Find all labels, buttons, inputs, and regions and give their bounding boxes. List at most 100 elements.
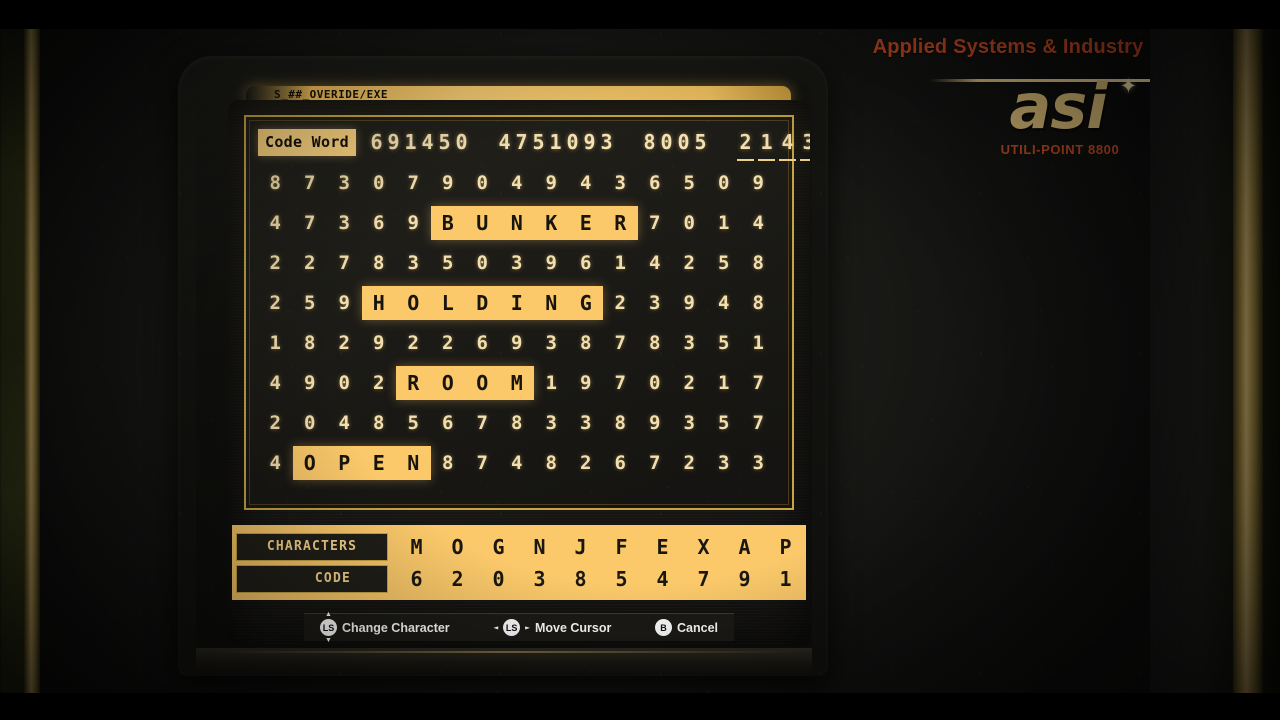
grid-digit-cell[interactable]: 8 bbox=[741, 246, 776, 280]
grid-digit-cell[interactable]: 9 bbox=[396, 206, 431, 240]
grid-letter-cell[interactable]: P bbox=[327, 446, 362, 480]
grid-digit-cell[interactable]: 6 bbox=[638, 166, 673, 200]
grid-digit-cell[interactable]: 0 bbox=[327, 366, 362, 400]
grid-digit-cell[interactable]: 1 bbox=[258, 326, 293, 360]
grid-digit-cell[interactable]: 9 bbox=[672, 286, 707, 320]
grid-digit-cell[interactable]: 7 bbox=[638, 206, 673, 240]
grid-digit-cell[interactable]: 7 bbox=[603, 366, 638, 400]
grid-digit-cell[interactable]: 2 bbox=[258, 406, 293, 440]
grid-digit-cell[interactable]: 2 bbox=[672, 366, 707, 400]
grid-digit-cell[interactable]: 9 bbox=[362, 326, 397, 360]
grid-digit-cell[interactable]: 2 bbox=[327, 326, 362, 360]
code-word-slot[interactable]: 4 bbox=[777, 130, 798, 161]
grid-digit-cell[interactable]: 9 bbox=[327, 286, 362, 320]
grid-digit-cell[interactable]: 0 bbox=[707, 166, 742, 200]
grid-digit-cell[interactable]: 3 bbox=[741, 446, 776, 480]
grid-digit-cell[interactable]: 0 bbox=[672, 206, 707, 240]
grid-digit-cell[interactable]: 0 bbox=[293, 406, 328, 440]
grid-letter-cell[interactable]: N bbox=[396, 446, 431, 480]
grid-digit-cell[interactable]: 7 bbox=[741, 366, 776, 400]
grid-digit-cell[interactable]: 4 bbox=[500, 446, 535, 480]
grid-letter-cell[interactable]: R bbox=[603, 206, 638, 240]
grid-digit-cell[interactable]: 3 bbox=[327, 166, 362, 200]
grid-digit-cell[interactable]: 8 bbox=[603, 406, 638, 440]
grid-letter-cell[interactable]: U bbox=[465, 206, 500, 240]
grid-digit-cell[interactable]: 7 bbox=[396, 166, 431, 200]
grid-letter-cell[interactable]: O bbox=[293, 446, 328, 480]
code-word-slot[interactable]: 3 bbox=[798, 130, 810, 161]
grid-letter-cell[interactable]: L bbox=[431, 286, 466, 320]
grid-letter-cell[interactable]: K bbox=[534, 206, 569, 240]
grid-digit-cell[interactable]: 8 bbox=[741, 286, 776, 320]
grid-digit-cell[interactable]: 8 bbox=[500, 406, 535, 440]
grid-digit-cell[interactable]: 1 bbox=[534, 366, 569, 400]
grid-digit-cell[interactable]: 6 bbox=[431, 406, 466, 440]
grid-digit-cell[interactable]: 8 bbox=[293, 326, 328, 360]
grid-letter-cell[interactable]: D bbox=[465, 286, 500, 320]
grid-digit-cell[interactable]: 2 bbox=[258, 286, 293, 320]
grid-digit-cell[interactable]: 3 bbox=[534, 326, 569, 360]
grid-digit-cell[interactable]: 6 bbox=[569, 246, 604, 280]
grid-digit-cell[interactable]: 3 bbox=[672, 326, 707, 360]
grid-digit-cell[interactable]: 3 bbox=[569, 406, 604, 440]
grid-digit-cell[interactable]: 4 bbox=[638, 246, 673, 280]
grid-digit-cell[interactable]: 8 bbox=[638, 326, 673, 360]
grid-digit-cell[interactable]: 3 bbox=[500, 246, 535, 280]
grid-letter-cell[interactable]: E bbox=[569, 206, 604, 240]
grid-digit-cell[interactable]: 5 bbox=[707, 246, 742, 280]
grid-letter-cell[interactable]: G bbox=[569, 286, 604, 320]
grid-digit-cell[interactable]: 5 bbox=[431, 246, 466, 280]
grid-digit-cell[interactable]: 2 bbox=[603, 286, 638, 320]
grid-digit-cell[interactable]: 9 bbox=[741, 166, 776, 200]
grid-digit-cell[interactable]: 1 bbox=[707, 366, 742, 400]
grid-letter-cell[interactable]: I bbox=[500, 286, 535, 320]
grid-digit-cell[interactable]: 6 bbox=[362, 206, 397, 240]
grid-digit-cell[interactable]: 4 bbox=[327, 406, 362, 440]
grid-digit-cell[interactable]: 6 bbox=[465, 326, 500, 360]
grid-digit-cell[interactable]: 5 bbox=[707, 326, 742, 360]
code-word-group-active[interactable]: 2143 bbox=[735, 130, 810, 161]
code-word-slot[interactable]: 1 bbox=[756, 130, 777, 161]
grid-digit-cell[interactable]: 8 bbox=[534, 446, 569, 480]
grid-letter-cell[interactable]: O bbox=[396, 286, 431, 320]
grid-digit-cell[interactable]: 3 bbox=[396, 246, 431, 280]
grid-digit-cell[interactable]: 4 bbox=[500, 166, 535, 200]
grid-digit-cell[interactable]: 2 bbox=[672, 246, 707, 280]
grid-letter-cell[interactable]: H bbox=[362, 286, 397, 320]
grid-digit-cell[interactable]: 5 bbox=[707, 406, 742, 440]
grid-digit-cell[interactable]: 8 bbox=[431, 446, 466, 480]
grid-digit-cell[interactable]: 4 bbox=[258, 446, 293, 480]
grid-digit-cell[interactable]: 3 bbox=[534, 406, 569, 440]
grid-letter-cell[interactable]: M bbox=[500, 366, 535, 400]
grid-digit-cell[interactable]: 0 bbox=[362, 166, 397, 200]
grid-digit-cell[interactable]: 0 bbox=[465, 166, 500, 200]
grid-digit-cell[interactable]: 9 bbox=[569, 366, 604, 400]
grid-digit-cell[interactable]: 9 bbox=[638, 406, 673, 440]
grid-digit-cell[interactable]: 9 bbox=[534, 246, 569, 280]
grid-digit-cell[interactable]: 2 bbox=[293, 246, 328, 280]
grid-letter-cell[interactable]: B bbox=[431, 206, 466, 240]
grid-digit-cell[interactable]: 8 bbox=[258, 166, 293, 200]
grid-digit-cell[interactable]: 5 bbox=[293, 286, 328, 320]
grid-digit-cell[interactable]: 2 bbox=[396, 326, 431, 360]
grid-digit-cell[interactable]: 2 bbox=[569, 446, 604, 480]
grid-digit-cell[interactable]: 7 bbox=[603, 326, 638, 360]
grid-digit-cell[interactable]: 2 bbox=[362, 366, 397, 400]
grid-digit-cell[interactable]: 2 bbox=[431, 326, 466, 360]
grid-letter-cell[interactable]: E bbox=[362, 446, 397, 480]
grid-digit-cell[interactable]: 7 bbox=[741, 406, 776, 440]
grid-digit-cell[interactable]: 3 bbox=[603, 166, 638, 200]
code-word-slot[interactable]: 2 bbox=[735, 130, 756, 161]
grid-letter-cell[interactable]: R bbox=[396, 366, 431, 400]
grid-digit-cell[interactable]: 7 bbox=[465, 446, 500, 480]
grid-digit-cell[interactable]: 4 bbox=[741, 206, 776, 240]
grid-digit-cell[interactable]: 4 bbox=[258, 206, 293, 240]
grid-digit-cell[interactable]: 6 bbox=[603, 446, 638, 480]
grid-digit-cell[interactable]: 5 bbox=[396, 406, 431, 440]
grid-digit-cell[interactable]: 3 bbox=[327, 206, 362, 240]
grid-digit-cell[interactable]: 8 bbox=[569, 326, 604, 360]
grid-digit-cell[interactable]: 7 bbox=[465, 406, 500, 440]
code-grid[interactable]: 87307904943650947369BUNKER70142278350396… bbox=[246, 163, 792, 483]
grid-digit-cell[interactable]: 2 bbox=[672, 446, 707, 480]
grid-digit-cell[interactable]: 7 bbox=[293, 166, 328, 200]
